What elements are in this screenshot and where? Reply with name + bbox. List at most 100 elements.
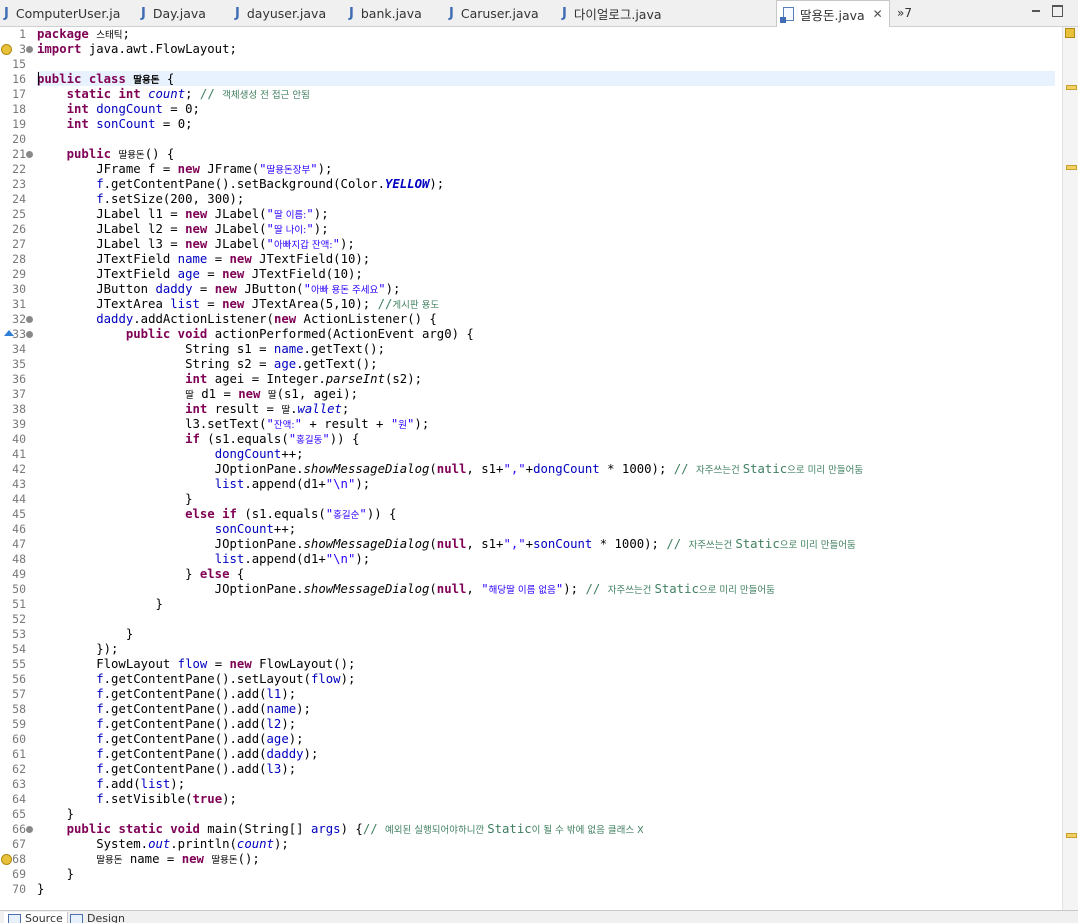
tab-bank[interactable]: Jbank.java	[349, 0, 422, 26]
code-token: * 1000);	[599, 462, 674, 476]
code-token: JTextArea	[37, 297, 171, 311]
code-area[interactable]: package 스태틱; import java.awt.FlowLayout; p…	[37, 27, 1057, 910]
code-token: 아빠 용돈 주세요	[310, 285, 379, 296]
code-line: f.add(list);	[37, 777, 185, 792]
code-token: name	[129, 852, 160, 866]
ruler-warning-mark[interactable]	[1066, 165, 1077, 170]
code-token: new	[181, 852, 204, 866]
code-token: "	[481, 582, 489, 596]
code-token: .getContentPane().add(	[103, 702, 267, 716]
code-token: d1 =	[193, 387, 239, 401]
code-token: ,	[466, 582, 482, 596]
code-token: //	[585, 582, 608, 596]
tab-source[interactable]: Source	[4, 912, 68, 923]
code-token: 스태틱	[96, 30, 123, 41]
code-token: f	[96, 762, 104, 776]
code-token: + result +	[302, 417, 391, 431]
tab-label: 딸용돈.java	[800, 7, 865, 23]
line-number: 54	[12, 642, 26, 656]
code-token: f	[96, 192, 104, 206]
warning-summary-icon[interactable]	[1065, 28, 1075, 38]
code-token: static	[118, 822, 163, 836]
code-line: public void actionPerformed(ActionEvent …	[37, 327, 474, 342]
tab-design[interactable]: Design	[70, 912, 125, 923]
override-triangle-icon[interactable]	[4, 330, 14, 336]
tab-computeruser[interactable]: J ComputerUser.ja	[4, 0, 120, 26]
line-number: 41	[12, 447, 26, 461]
code-line: JLabel l1 = new JLabel("딸 이름:");	[37, 207, 328, 222]
code-token: count	[148, 87, 186, 101]
lightbulb-warning-icon[interactable]	[1, 854, 12, 865]
code-token: .append(d1+	[244, 477, 326, 491]
code-line: f.getContentPane().setLayout(flow);	[37, 672, 355, 687]
code-token: JButton	[37, 282, 156, 296]
code-token: );	[385, 282, 401, 296]
fold-toggle-icon[interactable]	[26, 46, 33, 53]
line-number: 64	[12, 792, 26, 806]
line-number: 51	[12, 597, 26, 611]
line-number: 62	[12, 762, 26, 776]
code-token: JOptionPane.	[37, 582, 304, 596]
code-token: dongCount	[533, 462, 600, 476]
code-token: 예외된 실행되어야하니깐	[385, 825, 488, 836]
tab-ddal-yongdon[interactable]: 딸용돈.java ✕	[776, 0, 890, 27]
tab-label: bank.java	[360, 5, 422, 21]
fold-toggle-icon[interactable]	[26, 331, 33, 338]
code-token: f	[96, 777, 104, 791]
code-token: new	[185, 222, 208, 236]
tab-overflow-button[interactable]: »7	[897, 0, 912, 26]
code-line: f.setSize(200, 300);	[37, 192, 244, 207]
tab-day[interactable]: J Day.java	[141, 0, 206, 26]
code-token: sonCount	[96, 117, 156, 131]
code-line: public class 딸용돈 {	[37, 72, 174, 87]
code-token: showMessageDialog	[303, 462, 430, 476]
code-line: FlowLayout flow = new FlowLayout();	[37, 657, 355, 672]
maximize-icon[interactable]	[1052, 5, 1063, 17]
lightbulb-warning-icon[interactable]	[1, 44, 12, 55]
code-editor[interactable]: 1 3 15 16 17 18 19 20 21 22 23 24 25 26 27 28 29 30 31 32 33…	[0, 27, 1078, 910]
code-line: JTextField age = new JTextField(10);	[37, 267, 363, 282]
tab-dayuser[interactable]: Jdayuser.java	[235, 0, 326, 26]
code-line: System.out.println(count);	[37, 837, 289, 852]
fold-toggle-icon[interactable]	[26, 826, 33, 833]
fold-toggle-icon[interactable]	[26, 316, 33, 323]
code-token: .setVisible(	[103, 792, 193, 806]
line-number: 25	[12, 207, 26, 221]
line-number: 67	[12, 837, 26, 851]
code-token: 딸	[281, 405, 291, 416]
code-token: {	[159, 72, 175, 86]
code-line: package 스태틱;	[37, 27, 130, 42]
code-token: age	[273, 357, 297, 371]
line-number: 57	[12, 687, 26, 701]
code-token: =	[199, 297, 223, 311]
ruler-warning-mark[interactable]	[1066, 833, 1077, 838]
overview-ruler[interactable]	[1062, 27, 1078, 910]
code-token: 딸	[185, 390, 194, 401]
line-number: 40	[12, 432, 26, 446]
code-line: JFrame f = new JFrame("딸용돈장부");	[37, 162, 332, 177]
code-token: 원	[398, 420, 408, 431]
code-line: 딸 d1 = new 딸(s1, agei);	[37, 387, 358, 402]
minimize-icon[interactable]	[1030, 5, 1042, 17]
code-token: 딸용돈	[96, 855, 123, 866]
code-token: );	[296, 702, 311, 716]
tab-dialog[interactable]: J 다이얼로그.java	[562, 0, 662, 26]
ruler-warning-mark[interactable]	[1066, 85, 1077, 90]
line-number: 53	[12, 627, 26, 641]
code-token: }	[37, 882, 45, 896]
code-token: .add(	[103, 777, 141, 791]
code-token: .getContentPane().add(	[103, 687, 267, 701]
fold-toggle-icon[interactable]	[26, 151, 33, 158]
tab-caruser[interactable]: J Caruser.java	[449, 0, 539, 26]
code-line: }	[37, 807, 74, 822]
code-token: age	[177, 267, 200, 281]
close-icon[interactable]: ✕	[873, 7, 883, 21]
code-line: }	[37, 627, 133, 642]
code-token: ","	[503, 537, 526, 551]
code-line: JOptionPane.showMessageDialog(null, "해당딸…	[37, 582, 775, 597]
